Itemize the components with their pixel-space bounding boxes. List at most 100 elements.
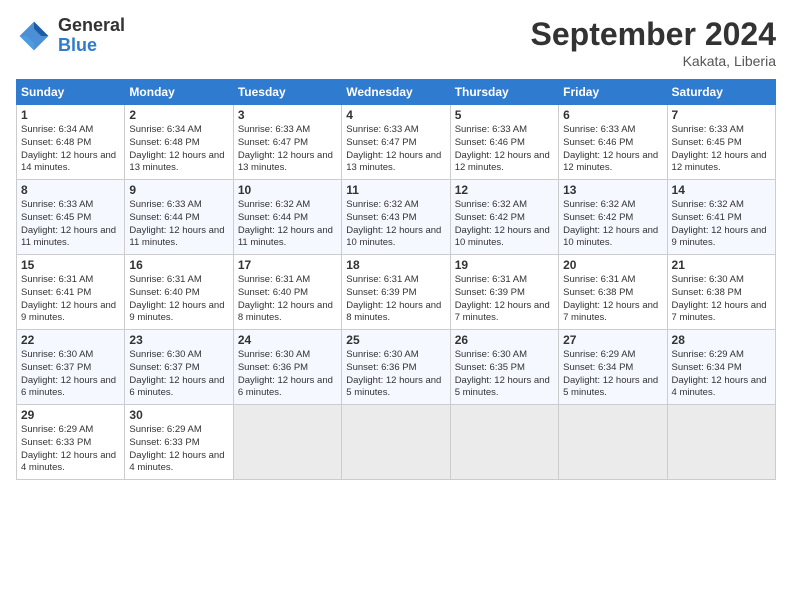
day-detail: Sunrise: 6:33 AMSunset: 6:45 PMDaylight:…	[672, 124, 767, 173]
table-row: 14 Sunrise: 6:32 AMSunset: 6:41 PMDaylig…	[667, 180, 775, 255]
header: General Blue September 2024 Kakata, Libe…	[16, 16, 776, 69]
table-row: 25 Sunrise: 6:30 AMSunset: 6:36 PMDaylig…	[342, 330, 450, 405]
day-detail: Sunrise: 6:33 AMSunset: 6:44 PMDaylight:…	[129, 199, 224, 248]
logo-text: General Blue	[58, 16, 125, 56]
day-detail: Sunrise: 6:31 AMSunset: 6:41 PMDaylight:…	[21, 274, 116, 323]
day-number: 7	[672, 108, 771, 122]
table-row	[559, 405, 667, 480]
table-row: 28 Sunrise: 6:29 AMSunset: 6:34 PMDaylig…	[667, 330, 775, 405]
table-row: 15 Sunrise: 6:31 AMSunset: 6:41 PMDaylig…	[17, 255, 125, 330]
col-friday: Friday	[559, 80, 667, 105]
table-row: 12 Sunrise: 6:32 AMSunset: 6:42 PMDaylig…	[450, 180, 558, 255]
day-number: 30	[129, 408, 228, 422]
day-number: 1	[21, 108, 120, 122]
day-detail: Sunrise: 6:30 AMSunset: 6:36 PMDaylight:…	[346, 349, 441, 398]
day-detail: Sunrise: 6:32 AMSunset: 6:44 PMDaylight:…	[238, 199, 333, 248]
table-row: 10 Sunrise: 6:32 AMSunset: 6:44 PMDaylig…	[233, 180, 341, 255]
table-row: 8 Sunrise: 6:33 AMSunset: 6:45 PMDayligh…	[17, 180, 125, 255]
table-row: 3 Sunrise: 6:33 AMSunset: 6:47 PMDayligh…	[233, 105, 341, 180]
day-number: 14	[672, 183, 771, 197]
table-row: 7 Sunrise: 6:33 AMSunset: 6:45 PMDayligh…	[667, 105, 775, 180]
col-sunday: Sunday	[17, 80, 125, 105]
week-row: 8 Sunrise: 6:33 AMSunset: 6:45 PMDayligh…	[17, 180, 776, 255]
day-number: 10	[238, 183, 337, 197]
day-detail: Sunrise: 6:29 AMSunset: 6:34 PMDaylight:…	[563, 349, 658, 398]
col-tuesday: Tuesday	[233, 80, 341, 105]
table-row: 19 Sunrise: 6:31 AMSunset: 6:39 PMDaylig…	[450, 255, 558, 330]
week-row: 22 Sunrise: 6:30 AMSunset: 6:37 PMDaylig…	[17, 330, 776, 405]
table-row: 21 Sunrise: 6:30 AMSunset: 6:38 PMDaylig…	[667, 255, 775, 330]
logo-icon	[16, 18, 52, 54]
table-row	[342, 405, 450, 480]
day-number: 8	[21, 183, 120, 197]
day-detail: Sunrise: 6:29 AMSunset: 6:33 PMDaylight:…	[129, 424, 224, 473]
table-row: 24 Sunrise: 6:30 AMSunset: 6:36 PMDaylig…	[233, 330, 341, 405]
table-row: 11 Sunrise: 6:32 AMSunset: 6:43 PMDaylig…	[342, 180, 450, 255]
table-row: 9 Sunrise: 6:33 AMSunset: 6:44 PMDayligh…	[125, 180, 233, 255]
day-detail: Sunrise: 6:29 AMSunset: 6:33 PMDaylight:…	[21, 424, 116, 473]
table-row: 18 Sunrise: 6:31 AMSunset: 6:39 PMDaylig…	[342, 255, 450, 330]
table-row: 20 Sunrise: 6:31 AMSunset: 6:38 PMDaylig…	[559, 255, 667, 330]
day-detail: Sunrise: 6:31 AMSunset: 6:40 PMDaylight:…	[129, 274, 224, 323]
day-detail: Sunrise: 6:30 AMSunset: 6:35 PMDaylight:…	[455, 349, 550, 398]
day-detail: Sunrise: 6:30 AMSunset: 6:37 PMDaylight:…	[21, 349, 116, 398]
table-row: 17 Sunrise: 6:31 AMSunset: 6:40 PMDaylig…	[233, 255, 341, 330]
week-row: 29 Sunrise: 6:29 AMSunset: 6:33 PMDaylig…	[17, 405, 776, 480]
day-number: 18	[346, 258, 445, 272]
day-detail: Sunrise: 6:32 AMSunset: 6:41 PMDaylight:…	[672, 199, 767, 248]
day-number: 3	[238, 108, 337, 122]
table-row: 30 Sunrise: 6:29 AMSunset: 6:33 PMDaylig…	[125, 405, 233, 480]
day-detail: Sunrise: 6:33 AMSunset: 6:45 PMDaylight:…	[21, 199, 116, 248]
day-number: 11	[346, 183, 445, 197]
day-number: 21	[672, 258, 771, 272]
day-number: 2	[129, 108, 228, 122]
day-detail: Sunrise: 6:31 AMSunset: 6:39 PMDaylight:…	[455, 274, 550, 323]
table-row: 16 Sunrise: 6:31 AMSunset: 6:40 PMDaylig…	[125, 255, 233, 330]
day-detail: Sunrise: 6:32 AMSunset: 6:42 PMDaylight:…	[563, 199, 658, 248]
day-number: 25	[346, 333, 445, 347]
day-detail: Sunrise: 6:31 AMSunset: 6:40 PMDaylight:…	[238, 274, 333, 323]
day-number: 6	[563, 108, 662, 122]
col-saturday: Saturday	[667, 80, 775, 105]
table-row: 6 Sunrise: 6:33 AMSunset: 6:46 PMDayligh…	[559, 105, 667, 180]
day-number: 28	[672, 333, 771, 347]
day-number: 20	[563, 258, 662, 272]
day-number: 15	[21, 258, 120, 272]
table-row: 2 Sunrise: 6:34 AMSunset: 6:48 PMDayligh…	[125, 105, 233, 180]
day-detail: Sunrise: 6:31 AMSunset: 6:38 PMDaylight:…	[563, 274, 658, 323]
col-thursday: Thursday	[450, 80, 558, 105]
day-number: 13	[563, 183, 662, 197]
day-number: 19	[455, 258, 554, 272]
table-row: 27 Sunrise: 6:29 AMSunset: 6:34 PMDaylig…	[559, 330, 667, 405]
day-number: 16	[129, 258, 228, 272]
table-row: 13 Sunrise: 6:32 AMSunset: 6:42 PMDaylig…	[559, 180, 667, 255]
logo: General Blue	[16, 16, 125, 56]
table-row: 1 Sunrise: 6:34 AMSunset: 6:48 PMDayligh…	[17, 105, 125, 180]
table-row	[667, 405, 775, 480]
day-detail: Sunrise: 6:31 AMSunset: 6:39 PMDaylight:…	[346, 274, 441, 323]
week-row: 1 Sunrise: 6:34 AMSunset: 6:48 PMDayligh…	[17, 105, 776, 180]
logo-general: General	[58, 16, 125, 36]
day-detail: Sunrise: 6:30 AMSunset: 6:37 PMDaylight:…	[129, 349, 224, 398]
day-number: 24	[238, 333, 337, 347]
day-number: 27	[563, 333, 662, 347]
month-title: September 2024	[531, 16, 776, 53]
table-row: 23 Sunrise: 6:30 AMSunset: 6:37 PMDaylig…	[125, 330, 233, 405]
col-wednesday: Wednesday	[342, 80, 450, 105]
day-detail: Sunrise: 6:34 AMSunset: 6:48 PMDaylight:…	[129, 124, 224, 173]
day-detail: Sunrise: 6:33 AMSunset: 6:46 PMDaylight:…	[563, 124, 658, 173]
day-detail: Sunrise: 6:33 AMSunset: 6:47 PMDaylight:…	[346, 124, 441, 173]
day-detail: Sunrise: 6:30 AMSunset: 6:36 PMDaylight:…	[238, 349, 333, 398]
day-detail: Sunrise: 6:33 AMSunset: 6:47 PMDaylight:…	[238, 124, 333, 173]
table-row	[450, 405, 558, 480]
day-number: 12	[455, 183, 554, 197]
day-number: 22	[21, 333, 120, 347]
table-row: 29 Sunrise: 6:29 AMSunset: 6:33 PMDaylig…	[17, 405, 125, 480]
day-number: 29	[21, 408, 120, 422]
day-number: 9	[129, 183, 228, 197]
day-detail: Sunrise: 6:32 AMSunset: 6:42 PMDaylight:…	[455, 199, 550, 248]
table-row: 5 Sunrise: 6:33 AMSunset: 6:46 PMDayligh…	[450, 105, 558, 180]
calendar-table: Sunday Monday Tuesday Wednesday Thursday…	[16, 79, 776, 480]
table-row: 26 Sunrise: 6:30 AMSunset: 6:35 PMDaylig…	[450, 330, 558, 405]
header-row: Sunday Monday Tuesday Wednesday Thursday…	[17, 80, 776, 105]
